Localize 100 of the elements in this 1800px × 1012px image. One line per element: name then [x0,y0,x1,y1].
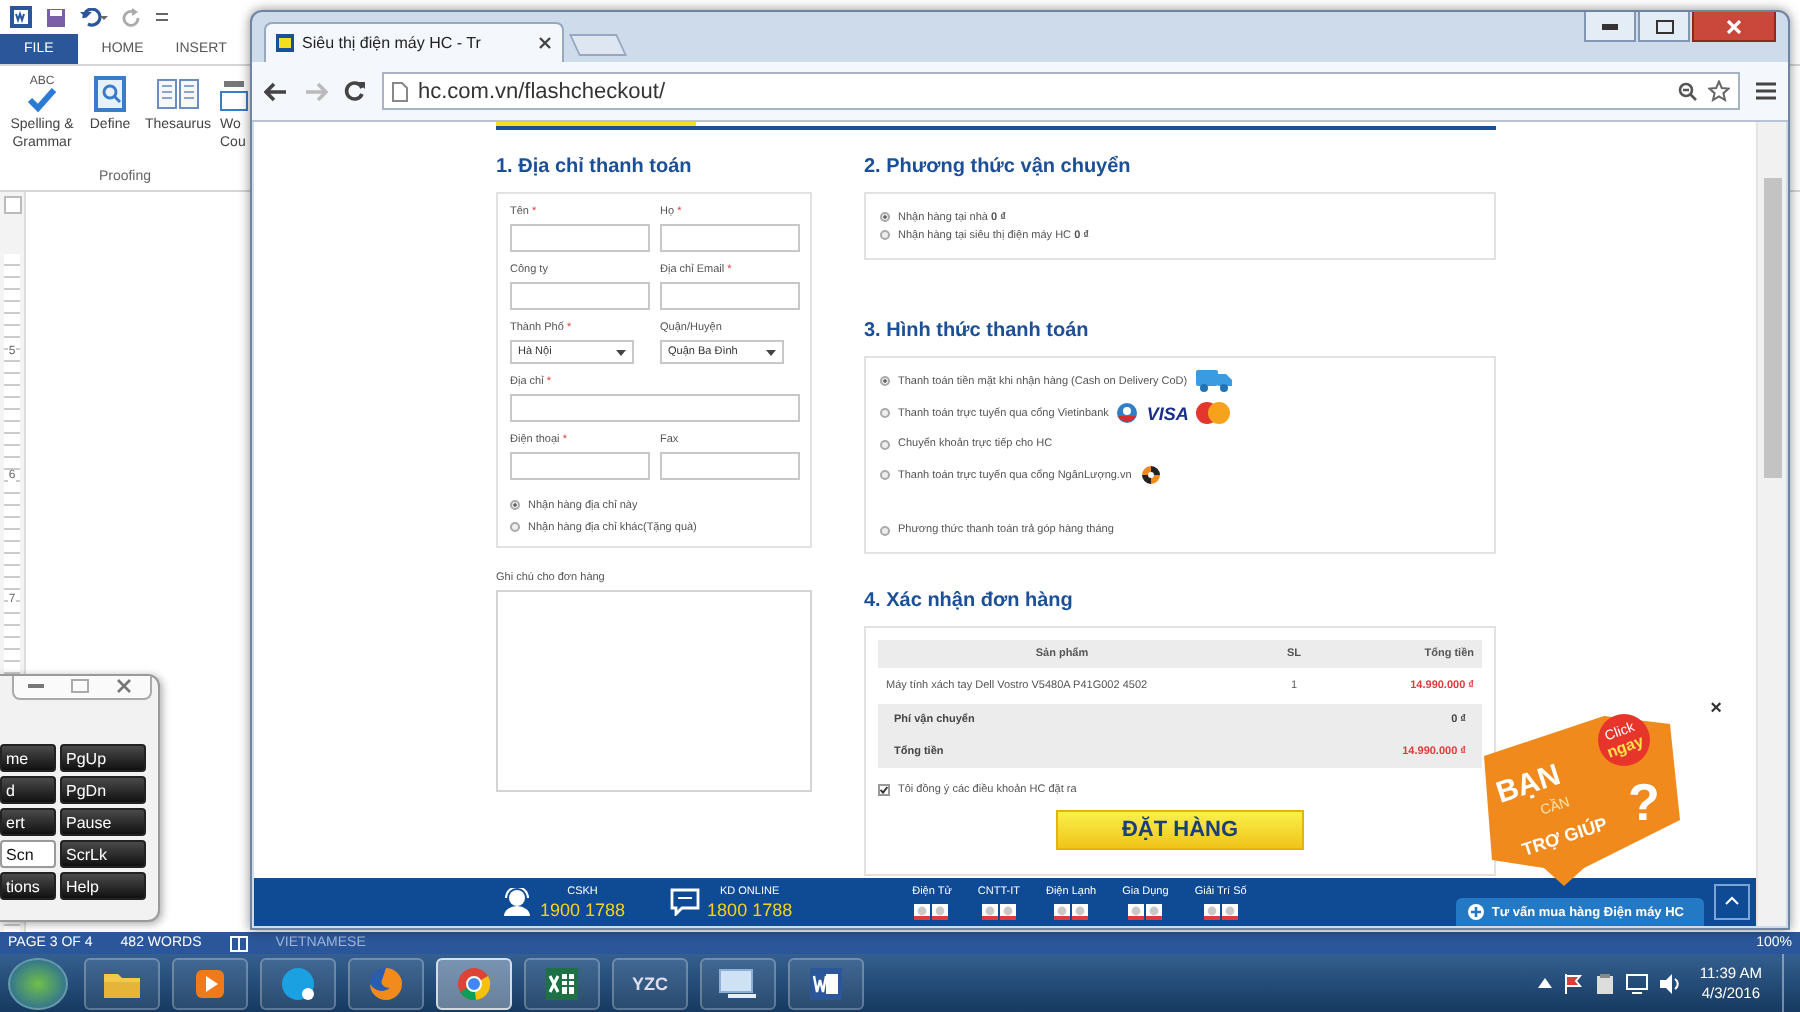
product-thumbnail-icon[interactable] [1072,903,1089,919]
radio-button[interactable] [880,439,890,449]
back-arrow-icon[interactable] [264,81,288,101]
product-thumbnail-icon[interactable] [1128,903,1145,919]
chat-circle-icon [280,965,316,1001]
caret-icon[interactable] [1537,978,1552,988]
book-magnifier-icon [92,74,128,114]
maximize-button[interactable] [1638,12,1690,42]
product-thumbnail-icon[interactable] [981,903,998,919]
keyboard-key[interactable]: ScrLk [60,840,146,868]
radio-button[interactable] [880,470,890,480]
network-icon[interactable] [1625,973,1648,993]
keyboard-key[interactable]: PgUp [60,744,146,772]
keyboard-key[interactable]: ert [0,808,56,836]
taskbar-app[interactable] [436,957,512,1009]
taskbar-app[interactable] [524,957,600,1009]
document-icon [808,965,844,1001]
product-thumbnail-icon[interactable] [932,903,949,919]
product-thumbnail-icon[interactable] [999,903,1016,919]
minimize-button[interactable] [1584,12,1636,42]
app-logo-icon[interactable] [10,6,32,28]
speaker-icon[interactable] [1659,973,1680,993]
taskbar-app[interactable] [260,957,336,1009]
checkmark-icon [880,786,888,794]
radio-button[interactable] [510,522,520,532]
keyboard-key[interactable]: Help [60,872,146,900]
radio-button[interactable] [880,525,890,535]
customize-icon[interactable] [156,11,168,23]
product-thumbnail-icon[interactable] [1146,903,1163,919]
page-icon [392,81,408,101]
keyboard-key[interactable]: me [0,744,56,772]
close-icon [1726,19,1742,33]
checkbox[interactable] [878,784,890,796]
spreadsheet-icon [544,965,580,1001]
close-button[interactable]: × [1710,700,1722,720]
keyboard-key[interactable]: PgDn [60,776,146,804]
radio-button[interactable] [880,212,890,222]
address-bar[interactable]: hc.com.vn/flashcheckout/ [382,72,1740,110]
taskbar-app[interactable] [172,957,248,1009]
caret-icon [766,349,776,355]
overlapping-circles-icon [1196,402,1231,424]
taskbar-app[interactable] [348,957,424,1009]
scrollbar[interactable] [1756,122,1786,926]
menu-icon[interactable] [1756,82,1776,100]
text-field[interactable] [510,452,650,480]
open-book-icon [156,76,200,112]
book-check-icon[interactable] [229,935,248,951]
headset-icon [502,888,532,916]
order-button[interactable]: ĐẶT HÀNG [1056,810,1304,850]
tricolor-circle-icon [456,965,492,1001]
taskbar-app[interactable]: YZC [612,957,688,1009]
text-field[interactable] [660,224,800,252]
save-icon[interactable] [46,7,66,27]
keyboard-key[interactable]: tions [0,872,56,900]
close-button[interactable] [1692,12,1776,42]
radio-button[interactable] [880,408,890,418]
play-icon [194,967,226,999]
radio-button[interactable] [510,500,520,510]
radio-button[interactable] [880,376,890,386]
section-heading: 3. Hình thức thanh toán [864,320,1091,344]
monitor-icon [716,967,760,999]
scroll-top-icon[interactable] [1714,884,1750,920]
swirl-icon [1139,464,1162,486]
badge-text: ? [1628,772,1660,832]
text-field[interactable] [660,452,800,480]
browser-tab[interactable]: Siêu thị điện máy HC - Tr [264,22,564,62]
keyboard-key[interactable]: Pause [60,808,146,836]
phone-number: 1800 1788 [707,899,793,919]
clipboard-icon[interactable] [1595,973,1614,993]
start-button[interactable] [8,957,68,1009]
taskbar-app[interactable] [788,957,864,1009]
globe-icon [368,965,404,1001]
bank-logo-icon [1116,402,1139,424]
text-field[interactable] [660,282,800,310]
scroll-thumb[interactable] [1763,178,1781,478]
undo-icon[interactable] [80,7,108,27]
text-field[interactable] [510,224,650,252]
truck-icon [1195,370,1232,392]
product-thumbnail-icon[interactable] [1221,903,1238,919]
keyboard-key[interactable]: d [0,776,56,804]
zoom-magnifier-icon[interactable] [1678,81,1698,101]
keyboard-key[interactable]: Scn [0,840,56,868]
maximize-icon [1655,19,1673,33]
radio-button[interactable] [880,230,890,240]
product-thumbnail-icon[interactable] [1054,903,1071,919]
product-thumbnail-icon[interactable] [1203,903,1220,919]
reload-icon[interactable] [344,80,366,102]
section-heading: 4. Xác nhận đơn hàng [864,590,1075,614]
close-tab-icon[interactable] [538,36,552,50]
taskbar-app[interactable] [700,957,776,1009]
section-heading: 1. Địa chỉ thanh toán [496,156,694,180]
star-icon[interactable] [1708,80,1730,102]
minimize-icon [1602,23,1618,29]
taskbar-app[interactable] [84,957,160,1009]
badge-text: TRỢ GIÚP [1519,813,1610,860]
plus-circle-icon [1467,904,1484,920]
text-field[interactable] [510,282,650,310]
text-field[interactable] [510,394,800,422]
flag-icon[interactable] [1563,973,1584,993]
product-thumbnail-icon[interactable] [914,903,931,919]
